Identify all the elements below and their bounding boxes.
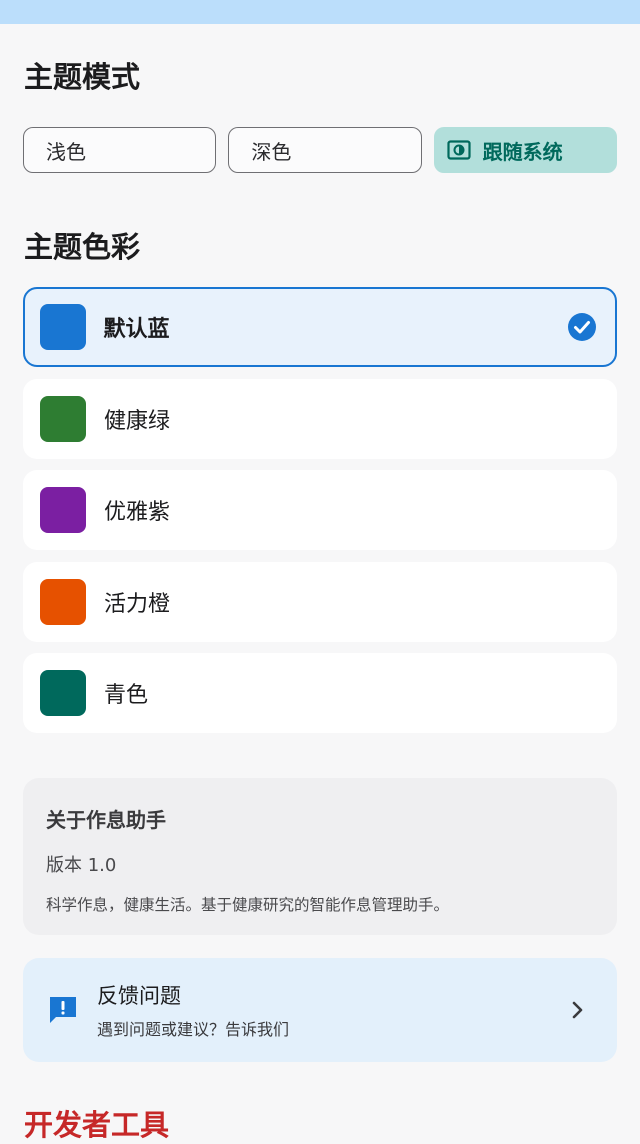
color-item-default-blue[interactable]: 默认蓝 <box>23 287 617 367</box>
color-item-health-green[interactable]: 健康绿 <box>23 378 617 459</box>
about-card: 关于作息助手 版本 1.0 科学作息，健康生活。基于健康研究的智能作息管理助手。 <box>23 778 617 935</box>
mode-dark-button[interactable]: 深色 <box>228 127 422 173</box>
mode-light-button[interactable]: 浅色 <box>23 127 217 173</box>
brightness-auto-icon <box>447 140 471 160</box>
color-swatch <box>40 395 86 442</box>
check-circle-icon <box>568 313 596 341</box>
feedback-text: 反馈问题 遇到问题或建议？告诉我们 <box>97 980 565 1040</box>
feedback-button[interactable]: 反馈问题 遇到问题或建议？告诉我们 <box>23 958 617 1062</box>
theme-mode-title: 主题模式 <box>24 60 141 94</box>
color-name: 优雅紫 <box>104 500 171 525</box>
color-swatch <box>40 487 86 533</box>
about-description: 科学作息，健康生活。基于健康研究的智能作息管理助手。 <box>46 896 450 914</box>
mode-dark-label: 深色 <box>251 139 292 164</box>
about-title: 关于作息助手 <box>46 808 166 832</box>
status-bar <box>0 0 640 24</box>
feedback-icon <box>50 997 76 1023</box>
color-name: 青色 <box>104 683 149 708</box>
color-swatch <box>40 670 86 716</box>
theme-color-list: 默认蓝 健康绿 优雅紫 活力橙 青色 <box>23 287 617 745</box>
theme-color-title: 主题色彩 <box>24 230 141 264</box>
color-name: 默认蓝 <box>103 317 170 342</box>
color-name: 活力橙 <box>104 591 171 617</box>
color-name: 健康绿 <box>104 408 171 434</box>
color-item-vibrant-orange[interactable]: 活力橙 <box>23 561 617 642</box>
color-item-elegant-purple[interactable]: 优雅紫 <box>23 470 617 550</box>
mode-system-label: 跟随系统 <box>482 139 563 164</box>
feedback-subtitle: 遇到问题或建议？告诉我们 <box>97 1020 290 1039</box>
color-swatch <box>40 578 86 625</box>
color-swatch <box>39 304 86 350</box>
mode-system-button[interactable]: 跟随系统 <box>433 127 617 173</box>
color-item-teal[interactable]: 青色 <box>23 653 617 733</box>
mode-light-label: 浅色 <box>46 139 86 164</box>
feedback-title: 反馈问题 <box>97 984 181 1008</box>
theme-mode-selector: 浅色 深色 跟随系统 <box>23 127 617 173</box>
chevron-right-icon <box>572 1001 583 1019</box>
about-version: 版本 1.0 <box>46 855 117 876</box>
